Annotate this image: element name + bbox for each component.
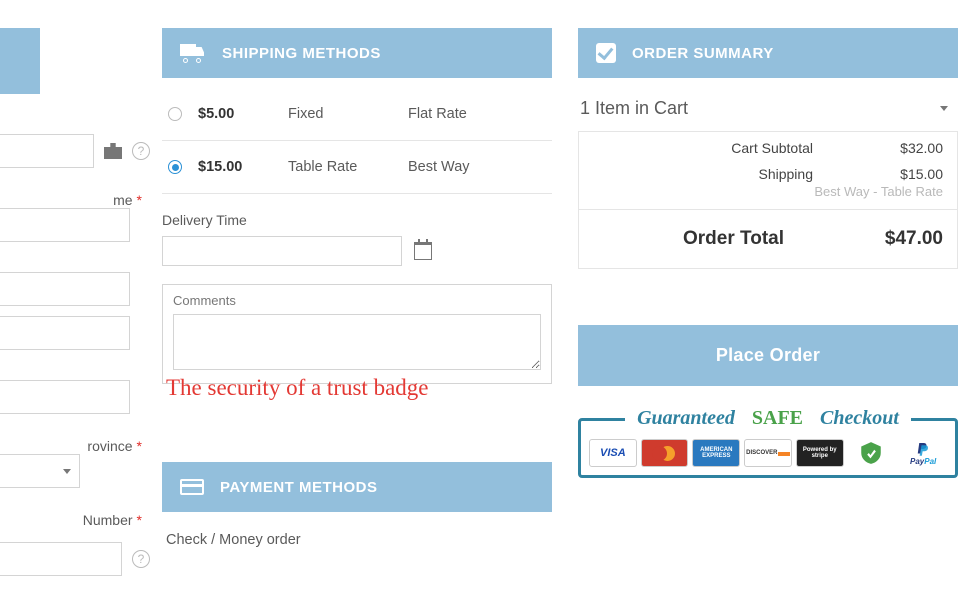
stripe-logo: Powered by stripe xyxy=(796,439,844,467)
address-form-partial: ? me* rovince* e select a region Number*… xyxy=(0,0,150,576)
amex-logo: AMERICAN EXPRESS xyxy=(692,439,740,467)
place-order-button[interactable]: Place Order xyxy=(578,325,958,386)
last-name-input[interactable] xyxy=(0,208,130,242)
number-input[interactable] xyxy=(0,542,122,576)
comments-textarea[interactable] xyxy=(173,314,541,370)
chevron-down-icon xyxy=(63,469,71,474)
trust-logos: VISA AMERICAN EXPRESS DISCOVER Powered b… xyxy=(589,439,947,467)
payment-block: PAYMENT METHODS Check / Money order xyxy=(162,462,552,548)
delivery-time-input[interactable] xyxy=(162,236,402,266)
building-icon xyxy=(104,143,122,159)
ship-price: $15.00 xyxy=(198,159,288,175)
subtotal-label: Cart Subtotal xyxy=(731,140,813,156)
check-icon xyxy=(596,43,616,63)
radio-unchecked-icon[interactable] xyxy=(168,107,182,121)
visa-logo: VISA xyxy=(589,439,637,467)
order-total-row: Order Total $47.00 xyxy=(578,209,958,269)
help-icon[interactable]: ? xyxy=(132,142,150,160)
payment-header: PAYMENT METHODS xyxy=(162,462,552,512)
comments-box: Comments xyxy=(162,284,552,384)
total-value: $47.00 xyxy=(885,228,943,250)
summary-header: ORDER SUMMARY xyxy=(578,28,958,78)
help-icon[interactable]: ? xyxy=(132,550,150,568)
summary-column: ORDER SUMMARY 1 Item in Cart Cart Subtot… xyxy=(578,28,958,478)
text-input-2[interactable] xyxy=(0,272,130,306)
card-icon xyxy=(180,479,204,495)
trust-badge: Guaranteed SAFE Checkout VISA AMERICAN E… xyxy=(578,418,958,478)
province-label: rovince* xyxy=(0,438,150,454)
mastercard-logo xyxy=(641,439,689,467)
left-panel-header xyxy=(0,28,40,94)
text-input-3[interactable] xyxy=(0,316,130,350)
comments-label: Comments xyxy=(173,293,541,308)
number-label: Number* xyxy=(0,512,150,528)
ship-value: $15.00 xyxy=(883,166,943,182)
cart-items-toggle[interactable]: 1 Item in Cart xyxy=(578,78,958,131)
shipping-option[interactable]: $15.00 Table Rate Best Way xyxy=(162,141,552,194)
trust-title: Guaranteed SAFE Checkout xyxy=(581,407,955,430)
discover-logo: DISCOVER xyxy=(744,439,792,467)
summary-title: ORDER SUMMARY xyxy=(632,45,774,62)
annotation-overlay: The security of a trust badge xyxy=(166,375,429,401)
ship-price: $5.00 xyxy=(198,106,288,122)
totals-table: Cart Subtotal $32.00 Shipping $15.00 Bes… xyxy=(578,131,958,209)
ship-carrier: Best Way xyxy=(408,159,470,175)
truck-icon xyxy=(180,44,206,62)
shipping-title: SHIPPING METHODS xyxy=(222,45,381,62)
ship-carrier: Flat Rate xyxy=(408,106,467,122)
subtotal-value: $32.00 xyxy=(883,140,943,156)
company-input[interactable] xyxy=(0,134,94,168)
last-name-label: me* xyxy=(0,192,150,208)
province-select[interactable]: e select a region xyxy=(0,454,80,488)
payment-title: PAYMENT METHODS xyxy=(220,479,378,496)
payment-option-check[interactable]: Check / Money order xyxy=(162,512,552,548)
ship-kind: Fixed xyxy=(288,106,408,122)
calendar-icon[interactable] xyxy=(414,242,432,260)
ship-detail: Best Way - Table Rate xyxy=(579,184,957,209)
ship-kind: Table Rate xyxy=(288,159,408,175)
text-input-4[interactable] xyxy=(0,380,130,414)
paypal-logo: PayPal xyxy=(899,439,947,467)
shipping-header: SHIPPING METHODS xyxy=(162,28,552,78)
shipping-option[interactable]: $5.00 Fixed Flat Rate xyxy=(162,88,552,141)
shipping-column: SHIPPING METHODS $5.00 Fixed Flat Rate $… xyxy=(162,28,552,548)
ssl-shield-icon xyxy=(848,439,896,467)
ship-label: Shipping xyxy=(759,166,814,182)
radio-checked-icon[interactable] xyxy=(168,160,182,174)
chevron-down-icon xyxy=(940,106,948,111)
delivery-time-label: Delivery Time xyxy=(162,212,552,228)
total-label: Order Total xyxy=(683,228,784,250)
